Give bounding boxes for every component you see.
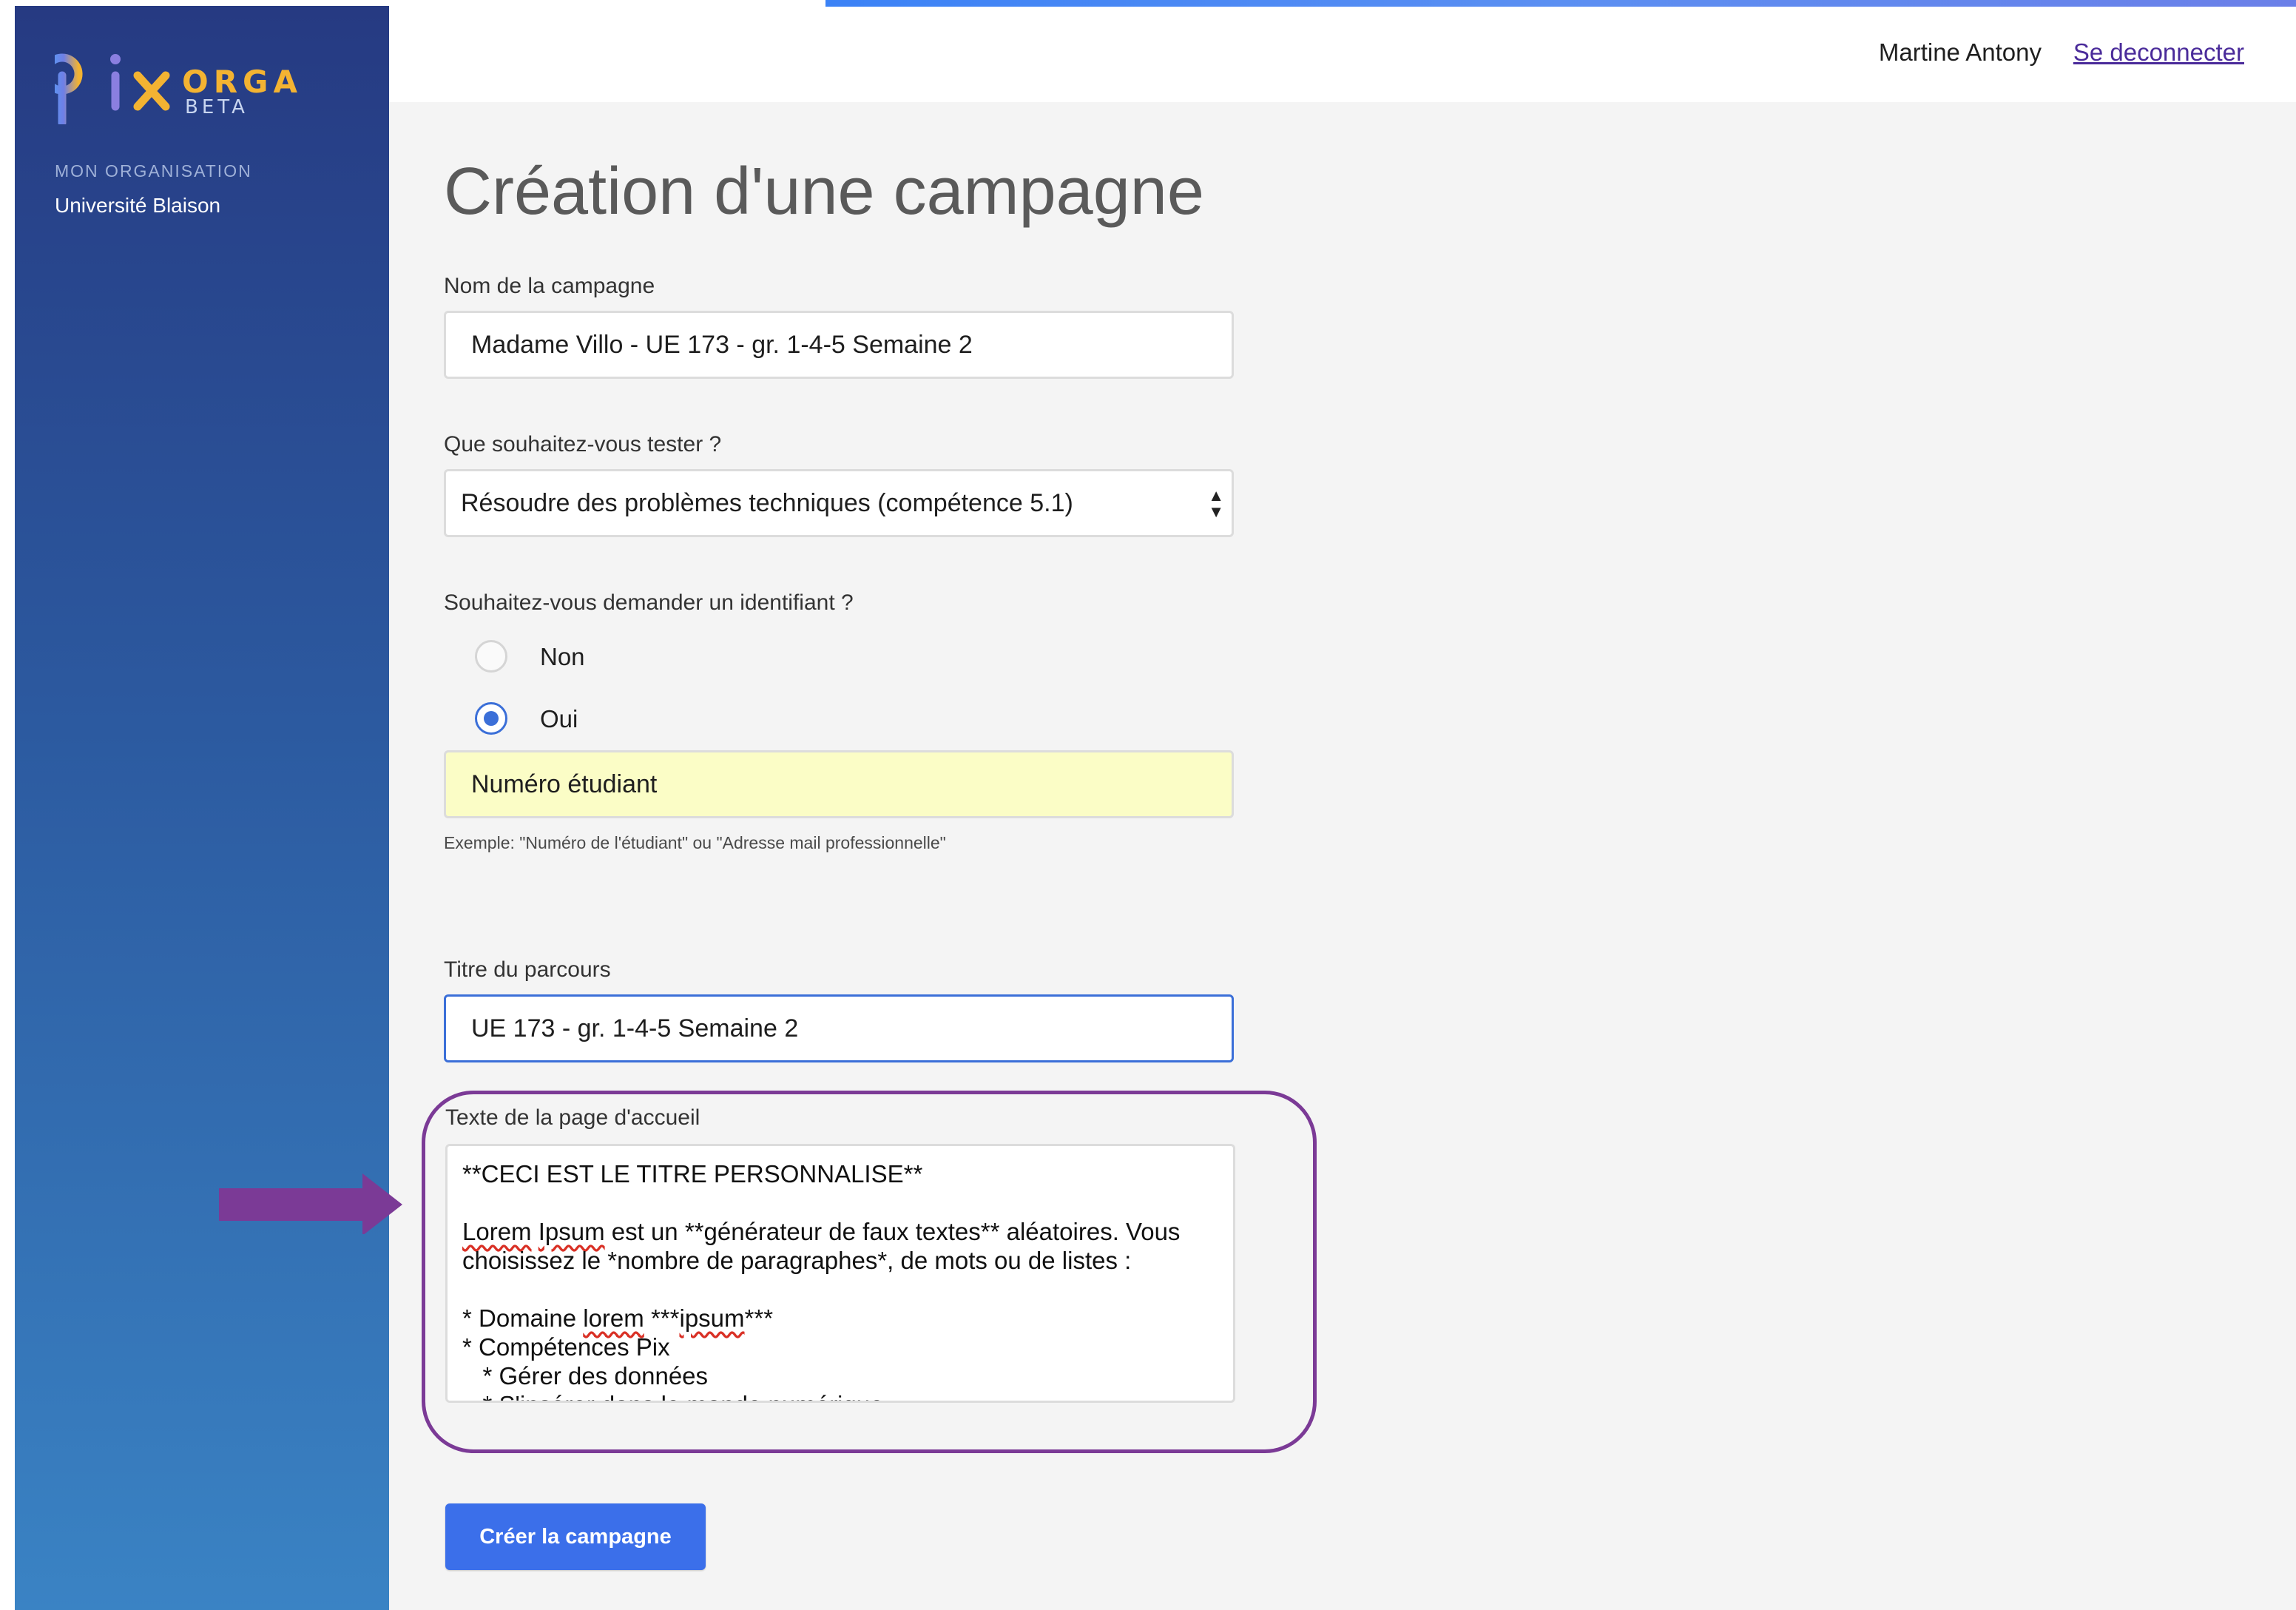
campaign-name-input[interactable]: Madame Villo - UE 173 - gr. 1-4-5 Semain… [444,311,1234,379]
main-content: Création d'une campagne Nom de la campag… [219,102,2296,1610]
home-text-textarea[interactable]: **CECI EST LE TITRE PERSONNALISE** Lorem… [445,1144,1235,1403]
textarea-line: **CECI EST LE TITRE PERSONNALISE** [462,1160,923,1188]
radio-non[interactable] [475,640,507,673]
radio-oui[interactable] [475,702,507,735]
radio-oui-label: Oui [540,705,578,732]
window-edge [0,0,15,1610]
course-title-label: Titre du parcours [444,957,611,982]
pix-orga-logo[interactable]: ORGA BETA [55,36,351,139]
textarea-line: * Compétences Pix [462,1333,670,1361]
page-title: Création d'une campagne [444,155,1204,229]
textarea-line: * Gérer des données [462,1362,709,1390]
user-name: Martine Antony [1878,38,2042,66]
textarea-line: Lorem Ipsum est un **générateur de faux … [462,1218,1181,1245]
pix-logo-icon [55,53,170,124]
course-title-input[interactable]: UE 173 - gr. 1-4-5 Semaine 2 [444,994,1234,1062]
select-arrows-icon: ▲ ▼ [1208,486,1224,521]
create-campaign-button[interactable]: Créer la campagne [445,1503,706,1570]
annotation-arrow-icon [219,1173,402,1234]
campaign-name-label: Nom de la campagne [444,274,655,298]
identifier-input[interactable]: Numéro étudiant [444,750,1234,818]
target-profile-label: Que souhaitez-vous tester ? [444,432,722,457]
textarea-line: * S'insérer dans le monde numérique [462,1390,1218,1401]
organization-name: Université Blaison [55,194,221,217]
target-profile-value: Résoudre des problèmes techniques (compé… [461,489,1073,517]
top-bar: Martine Antony Se deconnecter [389,0,2296,102]
target-profile-select[interactable]: Résoudre des problèmes techniques (compé… [444,469,1234,537]
logo-product-name: ORGA [182,64,303,100]
identifier-hint: Exemple: "Numéro de l'étudiant" ou "Adre… [444,833,946,852]
identifier-question-label: Souhaitez-vous demander un identifiant ? [444,590,854,615]
loading-progress-bar [825,0,2296,7]
sidebar: ORGA BETA MON ORGANISATION Université Bl… [15,6,389,1610]
textarea-line: * Domaine lorem ***ipsum*** [462,1304,774,1332]
home-text-label: Texte de la page d'accueil [445,1105,700,1130]
textarea-line: choisissez le *nombre de paragraphes*, d… [462,1247,1132,1274]
logo-beta-tag: BETA [185,96,249,118]
organization-label: MON ORGANISATION [55,161,252,181]
logout-link[interactable]: Se deconnecter [2073,38,2244,67]
radio-non-label: Non [540,643,585,670]
